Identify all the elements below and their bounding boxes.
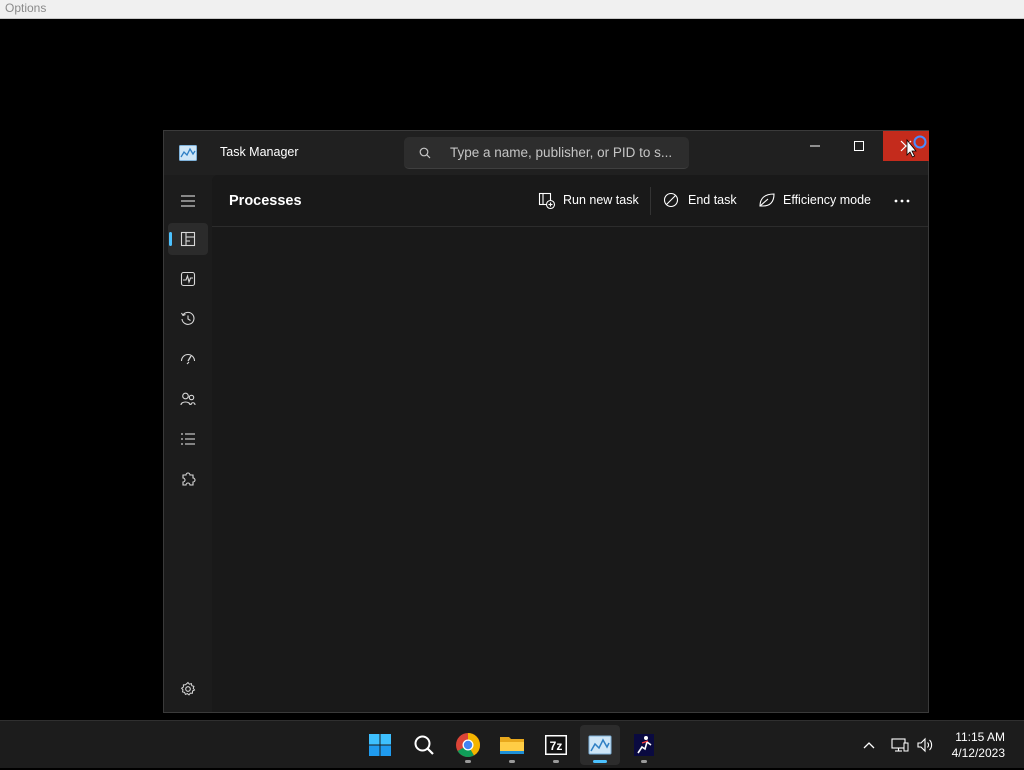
more-options-button[interactable] [892,191,912,211]
search-icon [419,147,431,159]
clock-time: 11:15 AM [955,730,1005,744]
folder-icon [500,737,524,754]
nav-item-app-history[interactable] [168,303,208,335]
runner-app-icon [634,734,654,756]
command-bar: Processes Run new task End task Efficien… [212,175,928,227]
maximize-icon [854,141,864,151]
taskbar-task-manager[interactable] [580,725,620,765]
chevron-up-icon[interactable] [859,735,879,755]
volume-icon[interactable] [915,735,935,755]
maximize-button[interactable] [836,131,882,161]
start-button[interactable] [360,725,400,765]
taskbar-file-explorer[interactable] [492,725,532,765]
nav-item-users[interactable] [168,383,208,415]
nav-item-processes[interactable] [168,223,208,255]
leaf-icon [759,193,775,207]
taskbar-app[interactable] [624,725,664,765]
nav-item-startup-apps[interactable] [168,343,208,375]
task-manager-app-icon [179,145,197,161]
options-label[interactable]: Options [5,1,46,15]
end-task-label: End task [688,193,737,207]
taskbar-search-button[interactable] [404,725,444,765]
clock-date: 4/12/2023 [951,746,1005,760]
nav-item-performance[interactable] [168,263,208,295]
minimize-button[interactable] [792,131,838,161]
network-icon[interactable] [890,735,910,755]
task-manager-window: Task Manager Type a name, publisher, or … [163,130,929,713]
page-title: Processes [229,193,302,209]
toolbar-separator [650,187,651,215]
running-indicator [509,760,515,763]
close-button[interactable] [883,131,929,161]
svg-text:7z: 7z [550,739,563,753]
processes-icon [180,231,196,247]
search-placeholder: Type a name, publisher, or PID to s... [450,145,673,160]
details-list-icon [181,433,195,445]
end-task-button[interactable]: End task [663,189,738,213]
active-app-indicator [593,760,607,763]
run-new-task-label: Run new task [563,193,639,207]
search-icon [414,735,434,755]
performance-icon [180,271,196,287]
search-input[interactable]: Type a name, publisher, or PID to s... [404,137,689,169]
task-manager-icon [588,735,612,755]
options-bar: Options [0,0,1024,19]
left-navigation [164,175,212,712]
title-bar[interactable]: Task Manager Type a name, publisher, or … [164,131,929,175]
nav-item-details[interactable] [168,423,208,455]
7zip-icon: 7z [545,735,567,755]
running-indicator [553,760,559,763]
hamburger-icon [181,195,195,207]
users-icon [180,392,196,406]
end-task-icon [663,192,679,208]
running-indicator [465,760,471,763]
hamburger-menu-button[interactable] [168,185,208,217]
taskbar-chrome[interactable] [448,725,488,765]
more-icon [894,199,910,203]
clock[interactable]: 11:15 AM 4/12/2023 [952,729,1005,761]
nav-item-services[interactable] [168,463,208,495]
services-puzzle-icon [182,472,196,486]
running-indicator [641,760,647,763]
window-title: Task Manager [220,145,299,159]
run-new-task-icon [538,192,556,210]
taskbar: 7z 11:15 AM 4/12/2023 [0,720,1024,768]
efficiency-mode-label: Efficiency mode [783,193,872,207]
history-icon [181,311,195,325]
minimize-icon [810,145,820,147]
startup-icon [180,353,196,365]
active-indicator [169,232,172,246]
efficiency-mode-button[interactable]: Efficiency mode [758,189,873,213]
gear-icon [180,681,196,696]
taskbar-7zip[interactable]: 7z [536,725,576,765]
close-icon [900,135,927,158]
settings-button[interactable] [168,673,208,705]
processes-panel: Processes Run new task End task Efficien… [212,175,928,712]
windows-logo-icon [369,734,391,756]
chrome-icon [456,733,480,758]
run-new-task-button[interactable]: Run new task [538,189,639,213]
